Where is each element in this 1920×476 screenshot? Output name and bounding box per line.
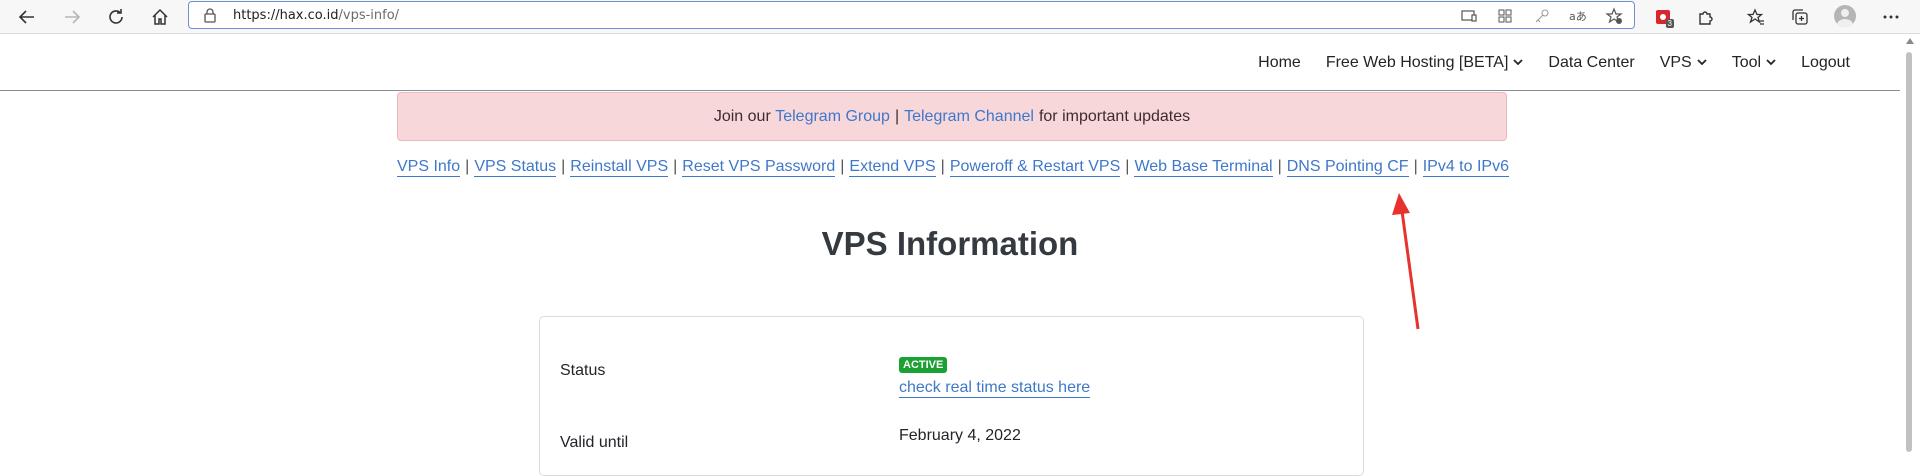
refresh-icon[interactable] — [104, 5, 128, 29]
nav-home[interactable]: Home — [1258, 54, 1301, 72]
site-header: Home Free Web Hosting [BETA] Data Center… — [0, 34, 1900, 91]
key-icon[interactable] — [1532, 6, 1552, 26]
telegram-alert: Join our Telegram Group | Telegram Channel… — [397, 92, 1507, 141]
subnav-link[interactable]: IPv4 to IPv6 — [1422, 158, 1509, 177]
main-nav: Home Free Web Hosting [BETA] Data Center… — [1233, 34, 1850, 91]
subnav-link[interactable]: VPS Info — [397, 158, 461, 177]
page-title: VPS Information — [821, 225, 1079, 262]
nav-logout[interactable]: Logout — [1801, 54, 1850, 72]
subnav-separator: | — [465, 158, 470, 175]
chevron-down-icon — [1513, 59, 1524, 66]
browser-toolbar: https://hax.co.id/vps-info/ aあ 3 — [0, 0, 1920, 34]
nav-free-hosting-label: Free Web Hosting [BETA] — [1325, 53, 1509, 71]
subnav-separator: | — [1125, 158, 1130, 175]
alert-prefix: Join our — [713, 107, 771, 125]
nav-logout-label: Logout — [1801, 53, 1850, 71]
scroll-up-icon[interactable] — [1906, 38, 1914, 44]
vps-subnav: VPS Info | VPS Status | Reinstall VPS | Reset … — [397, 158, 1509, 177]
alert-suffix: for important updates — [1038, 107, 1191, 125]
favorites-icon[interactable] — [1744, 5, 1768, 29]
subnav-link[interactable]: Reset VPS Password — [682, 158, 836, 177]
valid-until-label: Valid until — [560, 434, 629, 451]
profile-icon[interactable] — [1834, 5, 1856, 27]
annotation-arrow-icon — [1392, 193, 1420, 330]
puzzle-icon[interactable] — [1694, 5, 1718, 29]
subnav-separator: | — [561, 158, 566, 175]
real-time-status-link[interactable]: check real time status here — [899, 379, 1091, 398]
star-add-icon[interactable] — [1604, 6, 1624, 26]
grid-icon[interactable] — [1495, 6, 1515, 26]
extension-badge: 3 — [1665, 19, 1674, 28]
nav-tool[interactable]: Tool — [1732, 54, 1776, 72]
subnav-link[interactable]: DNS Pointing CF — [1286, 158, 1409, 177]
subnav-link[interactable]: Web Base Terminal — [1134, 158, 1273, 177]
vps-info-card: Status ACTIVE check real time status her… — [539, 316, 1364, 476]
back-icon[interactable] — [15, 5, 39, 29]
cast-icon[interactable] — [1459, 6, 1479, 26]
page-scrollbar[interactable] — [1900, 34, 1920, 455]
subnav-separator: | — [673, 158, 678, 175]
status-badge: ACTIVE — [899, 357, 948, 373]
subnav-link[interactable]: VPS Status — [474, 158, 557, 177]
home-icon[interactable] — [148, 5, 172, 29]
svg-text:aあ: aあ — [1569, 10, 1587, 23]
scrollbar-thumb[interactable] — [1906, 52, 1912, 452]
nav-tool-label: Tool — [1731, 53, 1762, 71]
subnav-separator: | — [940, 158, 945, 175]
subnav-link[interactable]: Poweroff & Restart VPS — [949, 158, 1121, 177]
chevron-down-icon — [1766, 59, 1776, 66]
nav-free-hosting[interactable]: Free Web Hosting [BETA] — [1326, 54, 1524, 72]
lock-icon[interactable] — [203, 7, 217, 28]
nav-data-center-label: Data Center — [1548, 53, 1635, 71]
valid-until-value: February 4, 2022 — [899, 427, 1021, 444]
telegram-channel-link[interactable]: Telegram Channel — [904, 108, 1034, 126]
translate-icon[interactable]: aあ — [1568, 6, 1588, 26]
alert-separator: | — [894, 107, 900, 125]
nav-vps[interactable]: VPS — [1660, 54, 1707, 72]
nav-data-center[interactable]: Data Center — [1548, 54, 1634, 72]
more-icon[interactable] — [1879, 5, 1903, 29]
url-text[interactable]: https://hax.co.id/vps-info/ — [233, 8, 399, 23]
forward-icon[interactable] — [60, 5, 84, 29]
nav-vps-label: VPS — [1659, 53, 1692, 71]
subnav-separator: | — [840, 158, 845, 175]
telegram-group-link[interactable]: Telegram Group — [775, 108, 890, 126]
subnav-link[interactable]: Extend VPS — [849, 158, 936, 177]
chevron-down-icon — [1697, 59, 1707, 66]
subnav-separator: | — [1413, 158, 1418, 175]
address-bar[interactable]: https://hax.co.id/vps-info/ aあ — [188, 1, 1635, 29]
subnav-separator: | — [1277, 158, 1282, 175]
nav-home-label: Home — [1258, 53, 1301, 71]
record-icon[interactable]: 3 — [1651, 5, 1675, 29]
collections-icon[interactable] — [1788, 5, 1812, 29]
status-label: Status — [560, 362, 606, 379]
subnav-link[interactable]: Reinstall VPS — [570, 158, 669, 177]
